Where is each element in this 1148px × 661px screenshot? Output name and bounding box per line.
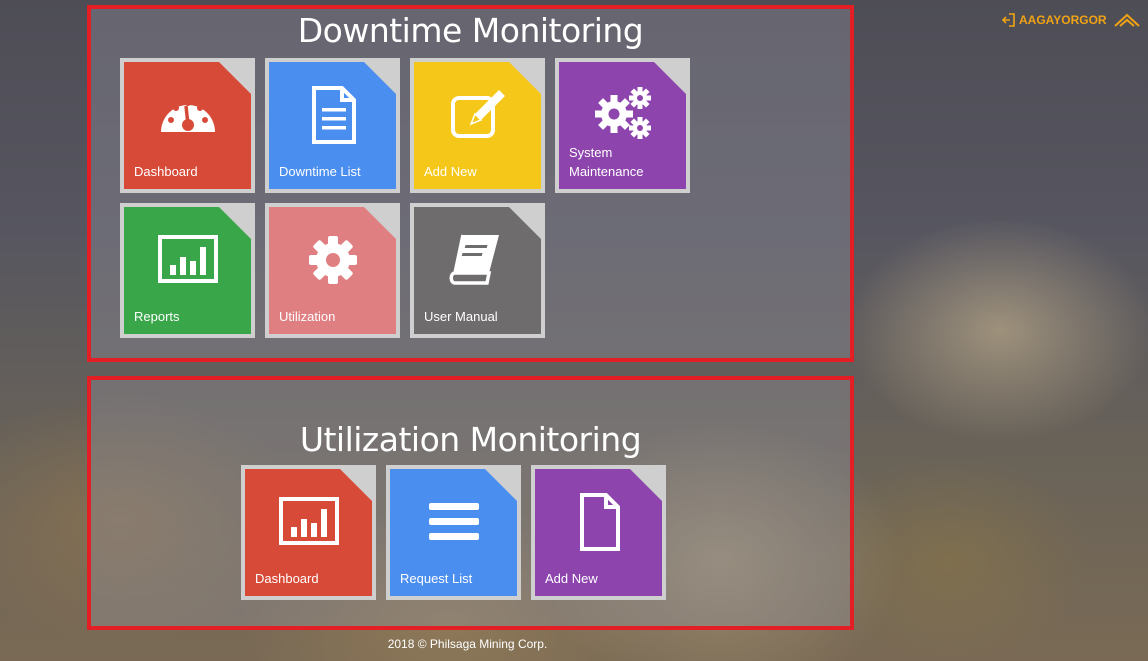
gear-icon — [308, 236, 357, 284]
downtime-list-tile[interactable]: Downtime List — [265, 58, 400, 193]
downtime-add-new-tile[interactable]: Add New — [410, 58, 545, 193]
tile-label: Add New — [424, 164, 477, 179]
tile-label: User Manual — [424, 309, 498, 324]
downtime-monitoring-title: Downtime Monitoring — [297, 11, 644, 50]
request-list-tile[interactable]: Request List — [386, 465, 521, 600]
bar-chart-icon — [278, 497, 339, 545]
bar-chart-icon — [157, 235, 218, 283]
file-icon — [579, 493, 620, 551]
book-icon — [449, 234, 499, 285]
logout-icon — [1001, 13, 1015, 27]
list-icon — [428, 503, 479, 540]
tile-label: Downtime List — [279, 164, 361, 179]
utilization-monitoring-title: Utilization Monitoring — [299, 420, 642, 459]
downtime-monitoring-section: Downtime Monitoring Dashboard Downtime L… — [87, 5, 854, 362]
username-label: AAGAYORGOR — [1019, 13, 1107, 27]
utilization-tile[interactable]: Utilization — [265, 203, 400, 338]
tile-label: Add New — [545, 571, 598, 586]
document-icon — [311, 86, 356, 144]
footer-copyright: 2018 © Philsaga Mining Corp. — [387, 637, 548, 651]
mountain-logo-icon — [1113, 13, 1140, 27]
tile-label: Utilization — [279, 309, 336, 324]
user-manual-tile[interactable]: User Manual — [410, 203, 545, 338]
speedometer-icon — [160, 100, 215, 132]
utilization-dashboard-tile[interactable]: Dashboard — [241, 465, 376, 600]
utilization-add-new-tile[interactable]: Add New — [531, 465, 666, 600]
gears-icon — [594, 87, 651, 139]
tile-label: Reports — [134, 309, 180, 324]
edit-icon — [450, 90, 505, 138]
tile-label: Dashboard — [134, 164, 198, 179]
reports-tile[interactable]: Reports — [120, 203, 255, 338]
tile-label: Dashboard — [255, 571, 319, 586]
tile-label: Request List — [400, 571, 473, 586]
utilization-monitoring-section: Utilization Monitoring Dashboard Request… — [87, 376, 854, 630]
system-maintenance-tile[interactable]: System Maintenance — [555, 58, 690, 193]
user-logout-link[interactable]: AAGAYORGOR — [1001, 13, 1140, 27]
downtime-dashboard-tile[interactable]: Dashboard — [120, 58, 255, 193]
tile-label: System Maintenance — [569, 145, 644, 179]
